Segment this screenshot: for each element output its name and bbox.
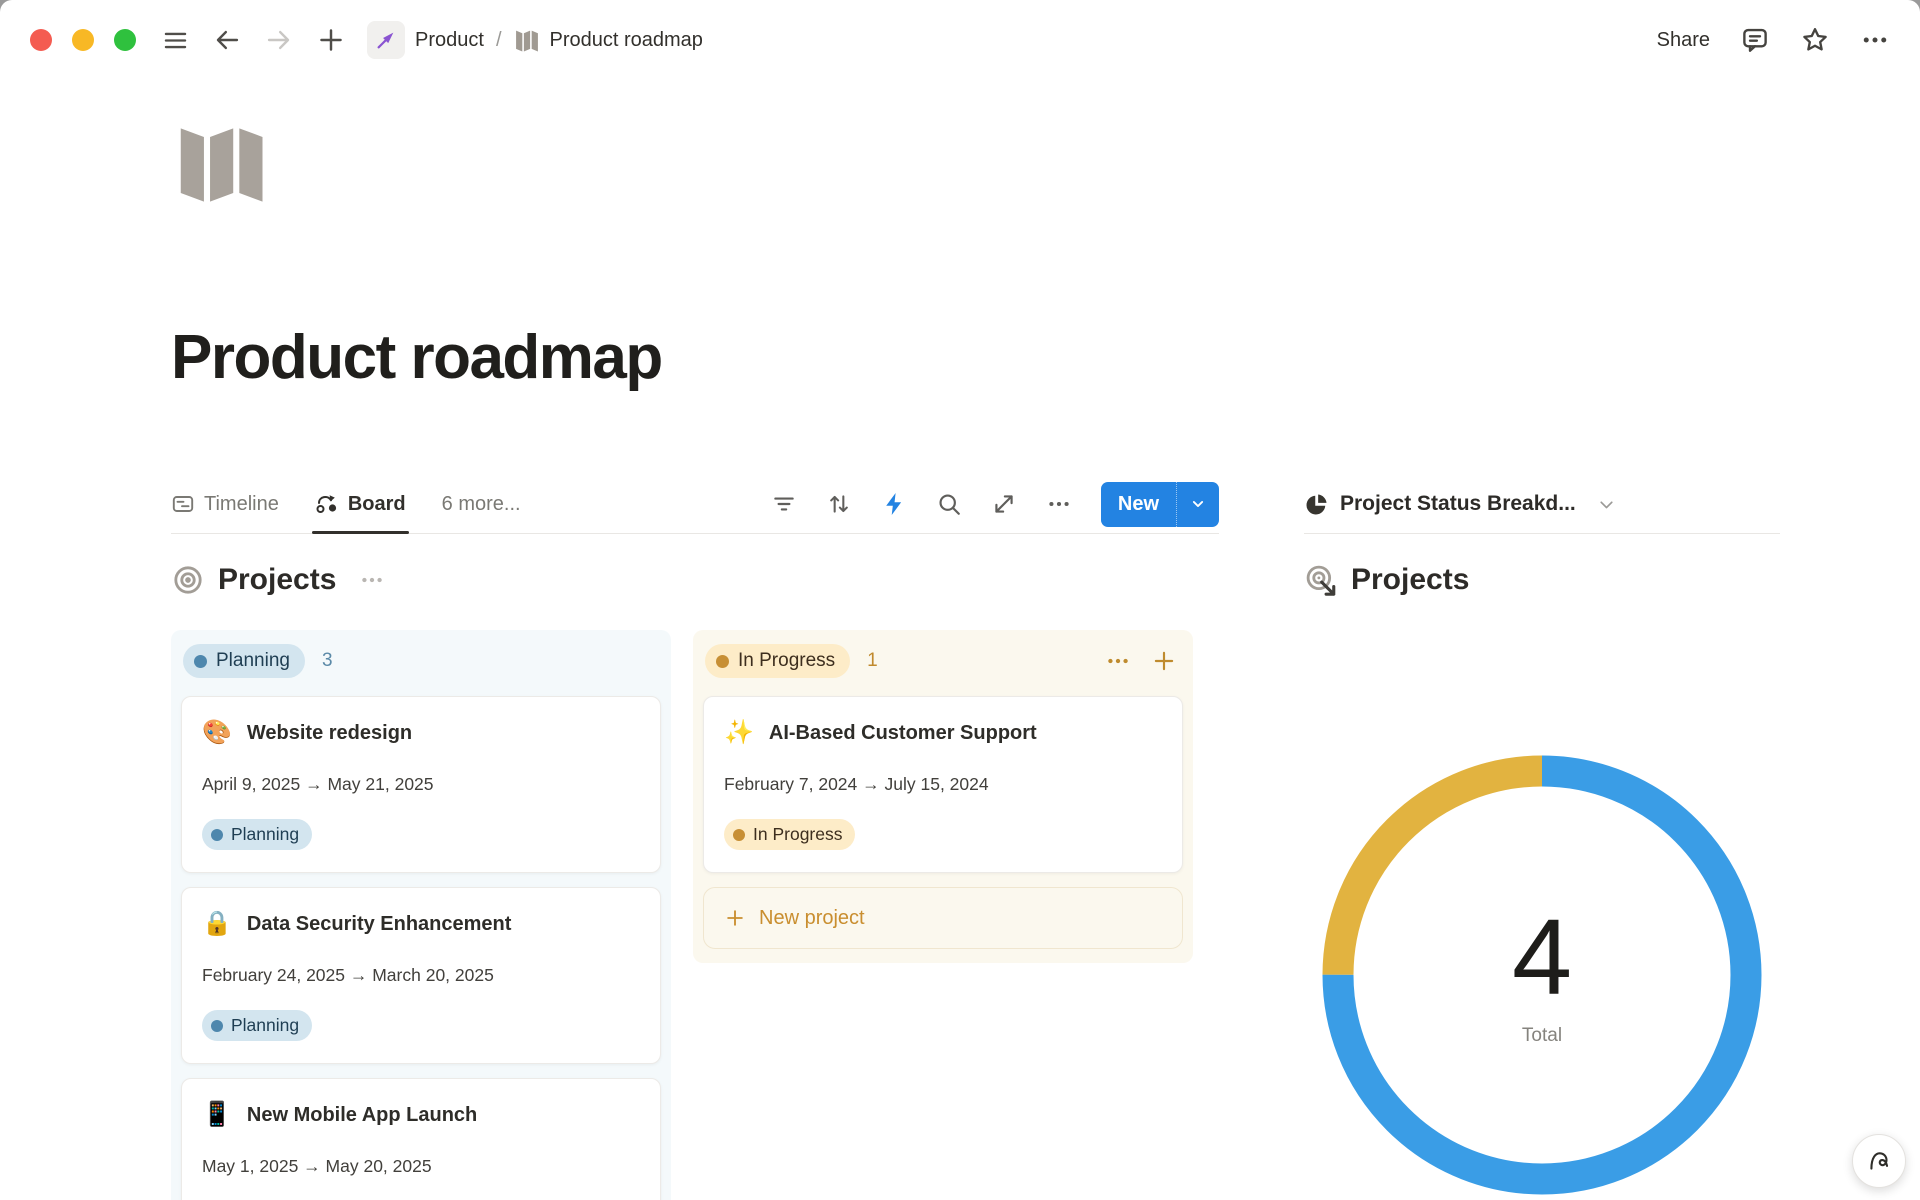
chart-selector[interactable]: Project Status Breakd...	[1304, 475, 1780, 534]
breadcrumb-page[interactable]: Product roadmap	[550, 29, 703, 52]
target-arrow-icon	[1304, 563, 1338, 597]
chart-selector-label: Project Status Breakd...	[1340, 492, 1576, 516]
plus-icon	[724, 907, 746, 929]
tab-label: Timeline	[204, 493, 279, 516]
new-button-group: New	[1101, 482, 1219, 527]
column-count: 1	[867, 650, 878, 672]
filter-icon[interactable]	[771, 491, 797, 517]
status-dot-icon	[733, 829, 745, 841]
target-icon	[171, 563, 205, 597]
card-dates: February 7, 2024 → July 15, 2024	[724, 773, 1162, 795]
minimize-window-button[interactable]	[72, 29, 94, 51]
tab-board[interactable]: Board	[315, 475, 406, 533]
new-project-label: New project	[759, 907, 865, 930]
more-options-icon[interactable]	[1860, 25, 1890, 55]
card-emoji-phone: 📱	[202, 1101, 232, 1129]
tab-label: 6 more...	[442, 493, 521, 516]
expand-icon[interactable]	[991, 491, 1017, 517]
forward-icon[interactable]	[265, 26, 293, 54]
breadcrumb-workspace[interactable]: Product	[415, 29, 484, 52]
column-count: 3	[322, 650, 333, 672]
new-dropdown-chevron-icon[interactable]	[1177, 482, 1219, 527]
menu-icon[interactable]	[162, 27, 189, 54]
favorite-star-icon[interactable]	[1800, 25, 1830, 55]
card-dates: April 9, 2025 → May 21, 2025	[202, 773, 640, 795]
top-bar: Product / Product roadmap Share	[0, 0, 1920, 80]
column-more-icon[interactable]	[1105, 648, 1131, 674]
project-card[interactable]: 📱 New Mobile App Launch May 1, 2025 → Ma…	[181, 1078, 661, 1200]
chart-group-title: Projects	[1351, 563, 1469, 597]
project-card[interactable]: 🎨 Website redesign April 9, 2025 → May 2…	[181, 696, 661, 873]
back-icon[interactable]	[213, 26, 241, 54]
donut-total-label: Total	[1522, 1025, 1562, 1047]
project-card[interactable]: ✨ AI-Based Customer Support February 7, …	[703, 696, 1183, 873]
view-more-icon[interactable]	[1046, 491, 1072, 517]
page-map-icon[interactable]	[171, 121, 293, 209]
status-dot-icon	[716, 655, 729, 668]
card-emoji-lock: 🔒	[202, 910, 232, 938]
column-planning: Planning 3 🎨 Website redesign April 9, 2…	[171, 630, 671, 1200]
card-status-tag: In Progress	[724, 819, 855, 850]
search-icon[interactable]	[936, 491, 962, 517]
column-name: In Progress	[738, 650, 835, 672]
page-title: Product roadmap	[171, 321, 1920, 395]
status-donut-chart: 4 Total	[1322, 755, 1762, 1195]
status-dot-icon	[194, 655, 207, 668]
card-title: AI-Based Customer Support	[769, 719, 1037, 747]
card-dates: May 1, 2025 → May 20, 2025	[202, 1155, 640, 1177]
ai-scribble-icon	[1865, 1147, 1893, 1175]
ai-assistant-button[interactable]	[1852, 1134, 1906, 1188]
new-button[interactable]: New	[1101, 482, 1176, 527]
zoom-window-button[interactable]	[114, 29, 136, 51]
new-page-icon[interactable]	[317, 26, 345, 54]
new-project-button[interactable]: New project	[703, 887, 1183, 949]
card-status-tag: Planning	[202, 1010, 312, 1041]
card-dates: February 24, 2025 → March 20, 2025	[202, 964, 640, 986]
group-more-icon[interactable]	[359, 567, 385, 593]
workspace-dart-icon[interactable]	[367, 21, 405, 59]
column-status-pill[interactable]: Planning	[183, 644, 305, 678]
close-window-button[interactable]	[30, 29, 52, 51]
column-in-progress: In Progress 1	[693, 630, 1193, 963]
card-status-tag: Planning	[202, 819, 312, 850]
sort-icon[interactable]	[826, 491, 852, 517]
board-icon	[315, 492, 339, 516]
board-group-title: Projects	[218, 563, 336, 597]
share-button[interactable]: Share	[1657, 29, 1710, 52]
tab-label: Board	[348, 493, 406, 516]
breadcrumb-separator: /	[496, 29, 502, 52]
status-dot-icon	[211, 1020, 223, 1032]
timeline-icon	[171, 492, 195, 516]
lightning-icon[interactable]	[881, 491, 907, 517]
board: Planning 3 🎨 Website redesign April 9, 2…	[171, 630, 1219, 1200]
card-emoji-sparkles: ✨	[724, 719, 754, 747]
tab-more-views[interactable]: 6 more...	[442, 475, 521, 533]
view-tabs-bar: Timeline Board 6 more...	[171, 475, 1219, 534]
map-page-icon	[514, 27, 540, 53]
status-dot-icon	[211, 829, 223, 841]
app-window: Product / Product roadmap Share Product …	[0, 0, 1920, 1200]
card-emoji-palette: 🎨	[202, 719, 232, 747]
comments-icon[interactable]	[1740, 25, 1770, 55]
card-title: New Mobile App Launch	[247, 1101, 477, 1129]
tab-timeline[interactable]: Timeline	[171, 475, 279, 533]
pie-chart-icon	[1304, 492, 1329, 517]
card-title: Website redesign	[247, 719, 412, 747]
chevron-down-icon	[1596, 494, 1617, 515]
column-add-icon[interactable]	[1151, 648, 1177, 674]
donut-total-value: 4	[1512, 903, 1572, 1011]
project-card[interactable]: 🔒 Data Security Enhancement February 24,…	[181, 887, 661, 1064]
card-title: Data Security Enhancement	[247, 910, 512, 938]
breadcrumb: Product / Product roadmap	[367, 21, 703, 59]
column-status-pill[interactable]: In Progress	[705, 644, 850, 678]
window-controls	[30, 29, 136, 51]
column-name: Planning	[216, 650, 290, 672]
